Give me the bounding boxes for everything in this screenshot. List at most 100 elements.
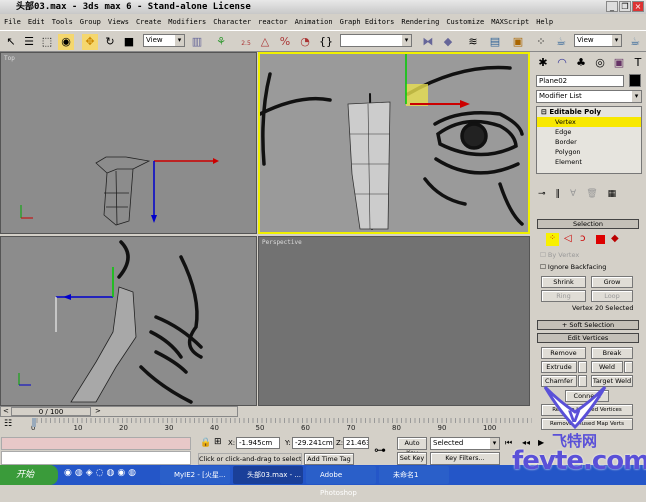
rollout-edit-vertices[interactable]: Edit Vertices bbox=[537, 333, 639, 343]
auto-key-button[interactable]: Auto Key bbox=[397, 437, 427, 457]
lock-icon[interactable]: 🔒 bbox=[200, 438, 211, 448]
grow-button[interactable]: Grow bbox=[591, 276, 633, 288]
vertex-mode-icon[interactable]: ⁘ bbox=[546, 233, 559, 246]
y-coordinate-field[interactable]: -29.241cm bbox=[292, 437, 334, 449]
time-slider-next[interactable]: > bbox=[95, 407, 101, 415]
stack-editable-poly[interactable]: ⊟ Editable Poly bbox=[537, 107, 641, 117]
element-mode-icon[interactable]: ◆ bbox=[611, 233, 619, 244]
pivot-icon[interactable]: ▥ bbox=[189, 34, 205, 50]
stack-vertex[interactable]: Vertex bbox=[537, 117, 641, 127]
polygon-mode-icon[interactable] bbox=[596, 235, 605, 244]
menu-reactor[interactable]: reactor bbox=[258, 14, 288, 30]
menu-rendering[interactable]: Rendering bbox=[401, 14, 439, 30]
stack-polygon[interactable]: Polygon bbox=[537, 147, 641, 157]
menu-views[interactable]: Views bbox=[108, 14, 129, 30]
taskbar-item-photoshop[interactable]: Adobe Photoshop bbox=[306, 466, 376, 497]
render-scene-icon[interactable]: ☕ bbox=[553, 34, 569, 50]
absolute-mode-icon[interactable]: ⊞ bbox=[214, 437, 222, 447]
render-type-dropdown[interactable]: View bbox=[574, 34, 622, 47]
viewport-perspective[interactable]: Perspective bbox=[258, 236, 530, 406]
named-selection-dropdown[interactable] bbox=[340, 34, 412, 47]
weld-settings-button[interactable] bbox=[624, 361, 633, 373]
edit-named-selection-icon[interactable]: {} bbox=[318, 34, 334, 50]
display-tab-icon[interactable]: ▣ bbox=[611, 55, 627, 71]
quick-launch-icons[interactable]: ◉◍◈◌◍◉◍ bbox=[64, 468, 139, 478]
rollout-selection[interactable]: Selection bbox=[537, 219, 639, 229]
track-bar-current-frame[interactable] bbox=[32, 418, 36, 427]
move-icon[interactable]: ✥ bbox=[82, 34, 98, 50]
angle-snap-icon[interactable]: △ bbox=[257, 34, 273, 50]
taskbar-item-3dsmax[interactable]: 头部03.max - ... bbox=[233, 466, 303, 484]
key-filters-button[interactable]: Key Filters... bbox=[430, 452, 500, 465]
menu-help[interactable]: Help bbox=[536, 14, 553, 30]
minimize-button[interactable]: _ bbox=[606, 1, 618, 12]
region-select-icon[interactable]: ⬚ bbox=[39, 34, 55, 50]
viewport-label-perspective[interactable]: Perspective bbox=[262, 239, 302, 246]
ring-button[interactable]: Ring bbox=[541, 290, 586, 302]
reference-coord-dropdown[interactable]: View bbox=[143, 34, 185, 47]
viewport-front-active[interactable] bbox=[258, 52, 530, 234]
remove-button[interactable]: Remove bbox=[541, 347, 586, 359]
viewport-label-top[interactable]: Top bbox=[4, 55, 15, 62]
stack-edge[interactable]: Edge bbox=[537, 127, 641, 137]
maxscript-listener-white[interactable] bbox=[1, 451, 191, 465]
menu-edit[interactable]: Edit bbox=[28, 14, 45, 30]
menu-graph-editors[interactable]: Graph Editors bbox=[340, 14, 395, 30]
pin-stack-icon[interactable]: ⊸ bbox=[538, 189, 546, 199]
time-slider[interactable]: < 0 / 100 > bbox=[0, 406, 238, 417]
menu-customize[interactable]: Customize bbox=[446, 14, 484, 30]
modifier-list-dropdown[interactable]: Modifier List bbox=[536, 90, 642, 103]
menu-modifiers[interactable]: Modifiers bbox=[168, 14, 206, 30]
remove-modifier-icon[interactable]: 🗑 bbox=[586, 189, 597, 199]
object-color-swatch[interactable] bbox=[629, 74, 641, 87]
z-coordinate-field[interactable]: 21.463cm bbox=[343, 437, 369, 449]
object-name-field[interactable]: Plane02 bbox=[536, 75, 624, 87]
close-button[interactable]: × bbox=[632, 1, 644, 12]
manipulate-icon[interactable]: ⚘ bbox=[213, 34, 229, 50]
percent-snap-icon[interactable]: % bbox=[277, 34, 293, 50]
align-icon[interactable]: ◆ bbox=[440, 34, 456, 50]
add-time-tag-button[interactable]: Add Time Tag bbox=[304, 453, 354, 465]
configure-sets-icon[interactable]: ▦ bbox=[608, 189, 617, 199]
shrink-button[interactable]: Shrink bbox=[541, 276, 586, 288]
layer-manager-icon[interactable]: ≋ bbox=[465, 34, 481, 50]
time-slider-prev[interactable]: < bbox=[3, 407, 9, 415]
maxscript-listener-pink[interactable] bbox=[1, 437, 191, 450]
restore-button[interactable]: ❐ bbox=[619, 1, 631, 12]
weld-button[interactable]: Weld bbox=[591, 361, 623, 373]
key-mode-dropdown[interactable]: Selected bbox=[430, 437, 500, 450]
menu-animation[interactable]: Animation bbox=[295, 14, 333, 30]
key-mode-icon[interactable]: ⊶ bbox=[374, 443, 386, 457]
select-by-name-icon[interactable]: ☰ bbox=[21, 34, 37, 50]
edge-mode-icon[interactable]: ◁ bbox=[564, 233, 572, 244]
menu-create[interactable]: Create bbox=[136, 14, 161, 30]
menu-tools[interactable]: Tools bbox=[52, 14, 73, 30]
create-tab-icon[interactable]: ✱ bbox=[535, 55, 551, 71]
track-bar-icon[interactable]: ☷ bbox=[4, 419, 12, 429]
gizmo-plane[interactable] bbox=[406, 84, 428, 106]
mirror-icon[interactable]: ⧓ bbox=[420, 34, 436, 50]
track-bar[interactable]: 0 10 20 30 40 50 60 70 80 90 100 bbox=[31, 418, 532, 436]
menu-file[interactable]: File bbox=[4, 14, 21, 30]
menu-group[interactable]: Group bbox=[80, 14, 101, 30]
hierarchy-tab-icon[interactable]: ♣ bbox=[573, 55, 589, 71]
material-editor-icon[interactable]: ⁘ bbox=[533, 34, 549, 50]
x-coordinate-field[interactable]: -1.945cm bbox=[236, 437, 280, 449]
ignore-backfacing-checkbox[interactable]: ☐ Ignore Backfacing bbox=[540, 263, 606, 271]
rotate-icon[interactable]: ↻ bbox=[102, 34, 118, 50]
window-crossing-icon[interactable]: ◉ bbox=[58, 34, 74, 50]
stack-element[interactable]: Element bbox=[537, 157, 641, 167]
menu-maxscript[interactable]: MAXScript bbox=[491, 14, 529, 30]
set-key-button[interactable]: Set Key bbox=[397, 452, 427, 465]
make-unique-icon[interactable]: ∀ bbox=[570, 189, 576, 199]
viewport-left[interactable] bbox=[0, 236, 257, 406]
stack-border[interactable]: Border bbox=[537, 137, 641, 147]
schematic-view-icon[interactable]: ▣ bbox=[510, 34, 526, 50]
quick-render-icon[interactable]: ☕ bbox=[627, 34, 643, 50]
show-end-result-icon[interactable]: ‖ bbox=[556, 189, 561, 199]
by-vertex-checkbox[interactable]: ☐ By Vertex bbox=[540, 251, 579, 259]
spinner-snap-icon[interactable]: ◔ bbox=[297, 34, 313, 50]
extrude-settings-button[interactable] bbox=[578, 361, 587, 373]
viewport-top[interactable]: Top bbox=[0, 52, 257, 234]
motion-tab-icon[interactable]: ◎ bbox=[592, 55, 608, 71]
